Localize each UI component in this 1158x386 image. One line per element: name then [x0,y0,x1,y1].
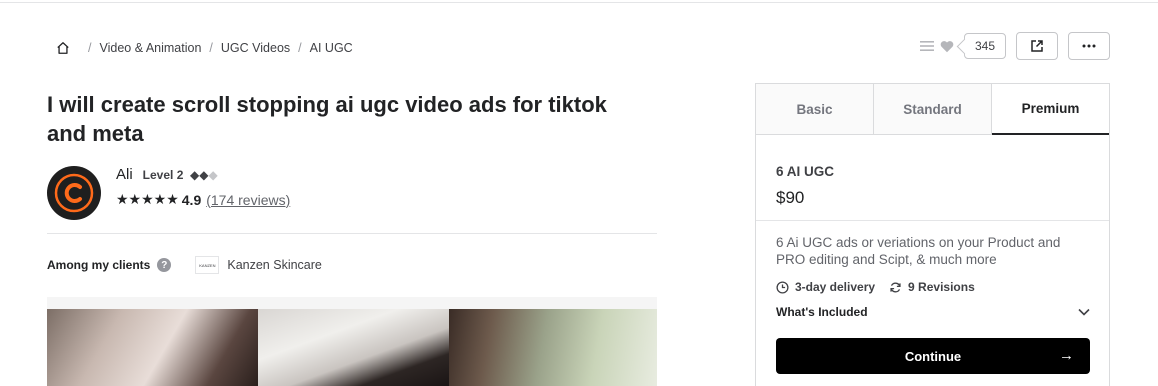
breadcrumb-link-video-animation[interactable]: Video & Animation [99,41,201,55]
delivery-text: 3-day delivery [795,280,876,294]
package-meta: 3-day delivery 9 Revisions [776,280,989,294]
continue-label: Continue [904,348,962,364]
revisions-info: 9 Revisions [889,280,975,294]
breadcrumb-link-ugc-videos[interactable]: UGC Videos [221,41,290,55]
whats-included-label: What's Included [776,305,868,319]
clients-row: Among my clients ? KANZEN Kanzen Skincar… [47,256,322,274]
seller-info: Ali Level 2 ◆◆◆ [116,166,218,183]
seller-rating: ★★★★★ 4.9 (174 reviews) [116,191,290,208]
seller-name[interactable]: Ali [116,166,133,183]
reviews-link[interactable]: (174 reviews) [206,192,290,208]
revisions-text: 9 Revisions [908,280,975,294]
whats-included-toggle[interactable]: What's Included [776,305,1090,319]
client-name: Kanzen Skincare [227,258,322,272]
gallery-image[interactable] [258,309,449,386]
breadcrumb-separator: / [88,41,92,55]
rating-score: 4.9 [181,191,202,208]
breadcrumb-link-ai-ugc[interactable]: AI UGC [310,41,353,55]
gig-title: I will create scroll stopping ai ugc vid… [47,92,607,146]
seller-avatar[interactable] [47,166,101,220]
breadcrumb-separator: / [209,41,213,55]
continue-button[interactable]: Continue → [776,338,1090,374]
package-name: 6 AI UGC [776,164,835,179]
package-card: Basic Standard Premium 6 AI UGC $90 6 Ai… [755,83,1110,386]
tab-standard[interactable]: Standard [874,84,992,134]
seller-level: Level 2 ◆◆◆ [143,168,218,182]
divider [47,233,657,234]
seller-level-label: Level 2 [142,168,184,182]
package-description: 6 Ai UGC ads or veriations on your Produ… [776,235,1061,267]
more-icon [1082,44,1096,48]
share-button[interactable] [1016,32,1058,60]
help-icon[interactable]: ? [157,258,172,272]
level-diamonds-icon: ◆◆◆ [186,168,218,182]
package-price: $90 [776,188,805,207]
package-divider [756,220,1109,221]
gig-gallery[interactable] [47,309,657,386]
home-icon[interactable] [56,41,70,55]
list-icon[interactable] [919,40,934,52]
gallery-image[interactable] [449,309,657,386]
gig-actions: 345 [919,32,1110,60]
top-border [0,0,1158,3]
share-icon [1031,40,1043,52]
arrow-right-icon: → [1059,347,1074,364]
clock-icon [776,280,789,294]
tab-premium[interactable]: Premium [992,84,1109,135]
more-options-button[interactable] [1068,32,1110,60]
tab-basic[interactable]: Basic [756,84,874,134]
refresh-icon [890,282,901,292]
breadcrumb-separator: / [298,41,302,55]
package-tabs: Basic Standard Premium [756,84,1109,135]
chevron-down-icon [1078,308,1090,316]
client-logo: KANZEN [195,256,220,274]
seller-logo-icon [54,173,94,213]
like-count: 345 [963,33,1006,59]
star-rating-icon: ★★★★★ [116,191,179,207]
breadcrumb: / Video & Animation / UGC Videos / AI UG… [56,41,353,55]
heart-icon[interactable] [940,40,954,53]
delivery-info: 3-day delivery [776,280,875,294]
gallery-image[interactable] [47,309,258,386]
clients-label: Among my clients [47,258,151,272]
